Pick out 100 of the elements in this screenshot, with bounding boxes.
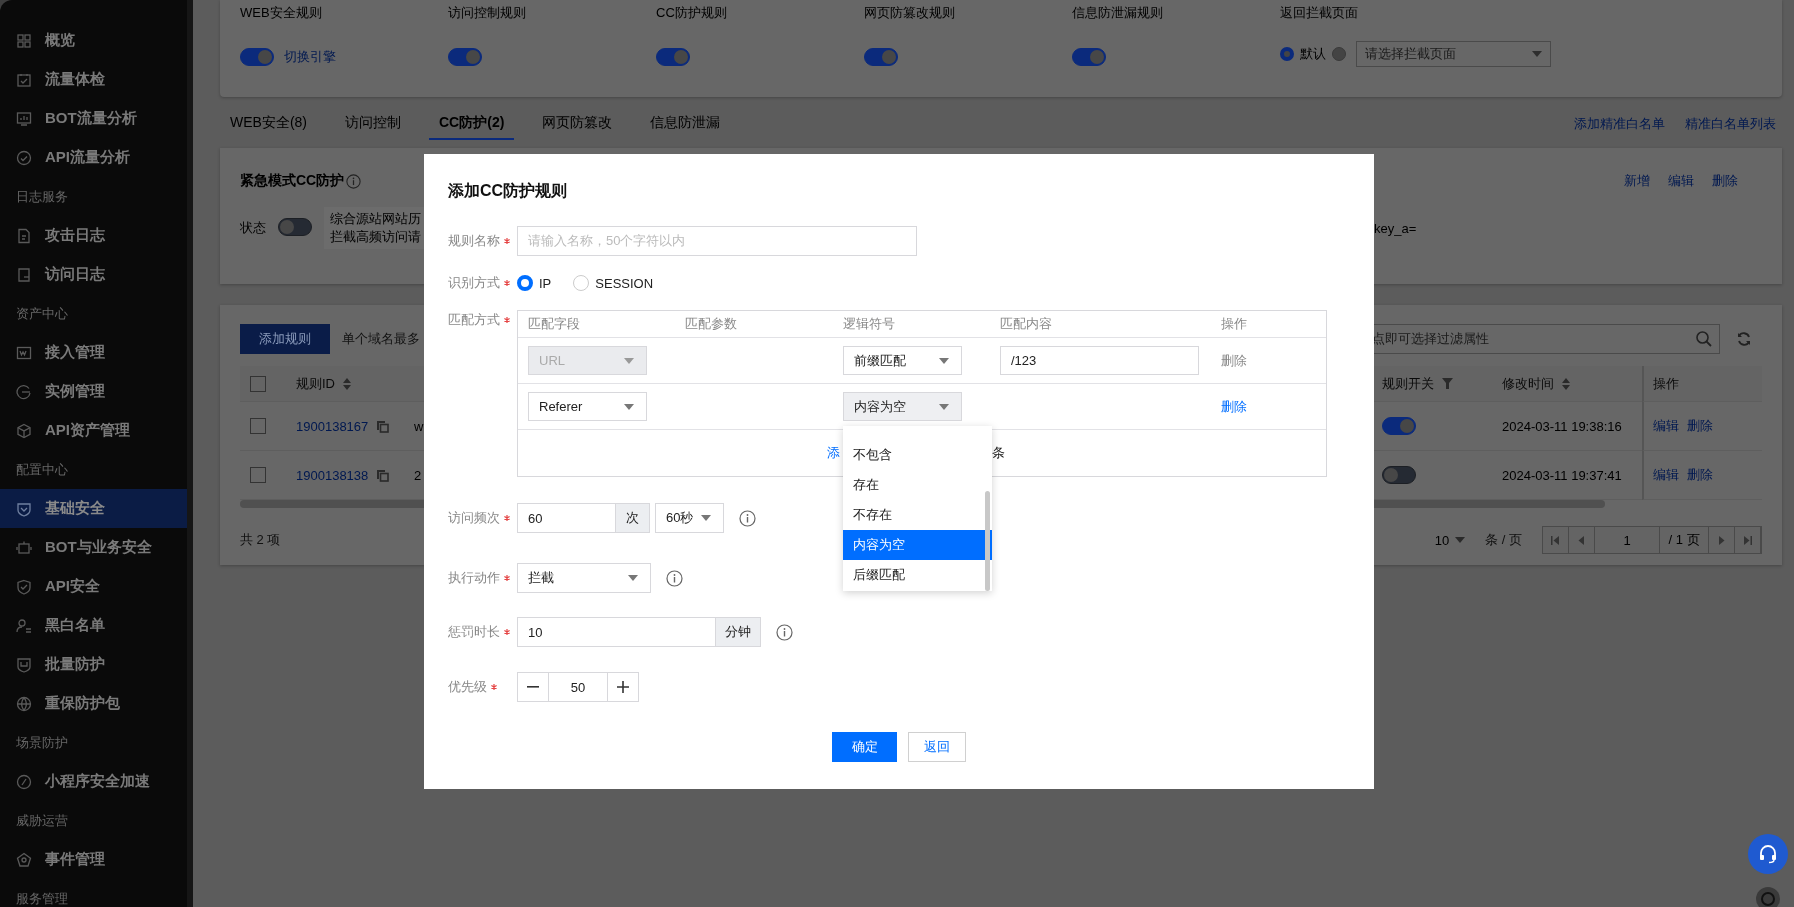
add-link[interactable]: 添 — [827, 444, 840, 462]
row-checkbox[interactable] — [250, 467, 266, 483]
confirm-button[interactable]: 确定 — [832, 732, 897, 762]
sidebar-item[interactable]: 访问日志 — [0, 255, 187, 294]
radio-button[interactable] — [1332, 47, 1346, 61]
sidebar-item[interactable]: 批量防护 — [0, 645, 187, 684]
sidebar-item[interactable]: 攻击日志 — [0, 216, 187, 255]
sidebar-item[interactable]: 基础安全 — [0, 489, 187, 528]
dropdown-option[interactable]: 后缀匹配 — [843, 560, 992, 590]
action-link[interactable]: 删除 — [1712, 172, 1738, 190]
field-label: 访问频次 — [448, 509, 500, 527]
plus-icon — [617, 681, 629, 693]
caret-icon — [628, 575, 638, 581]
unit-label: 次 — [616, 503, 650, 533]
document-icon — [16, 266, 32, 283]
copy-icon[interactable] — [376, 419, 390, 433]
number-input[interactable]: 60 — [517, 503, 616, 533]
search-icon[interactable] — [1695, 330, 1713, 348]
action-link[interactable]: 删除 — [1687, 417, 1713, 435]
toggle-switch[interactable] — [1072, 48, 1106, 66]
description-text: key_a= — [1374, 220, 1417, 236]
add-rule-button[interactable]: 添加规则 — [240, 324, 330, 354]
window-icon — [16, 344, 32, 361]
tab[interactable]: 访问控制 — [335, 108, 411, 140]
pentagon-icon — [16, 851, 32, 868]
table-cell: 2024-03-11 19:37:41 — [1502, 467, 1622, 483]
content-input[interactable]: /123 — [1000, 346, 1199, 375]
next-page-icon[interactable] — [1717, 535, 1726, 545]
toggle-switch[interactable] — [1382, 417, 1416, 435]
number-input[interactable]: 10 — [517, 617, 716, 647]
action-link[interactable]: 新增 — [1624, 172, 1650, 190]
toggle-switch[interactable] — [656, 48, 690, 66]
sidebar-item[interactable]: 黑白名单 — [0, 606, 187, 645]
block-page-select[interactable]: 请选择拦截页面 — [1356, 41, 1551, 67]
rule-id-link[interactable]: 1900138167 — [296, 418, 369, 434]
refresh-icon[interactable] — [1736, 331, 1752, 347]
sidebar-item[interactable]: API流量分析 — [0, 138, 187, 177]
page-size-select[interactable]: 10 — [1434, 532, 1466, 548]
dropdown-option[interactable]: 内容为空 — [843, 530, 992, 560]
card-title: 紧急模式CC防护 — [240, 172, 345, 190]
tab[interactable]: 信息防泄漏 — [640, 108, 731, 140]
table-cell: w — [414, 418, 424, 434]
sidebar-item[interactable]: 小程序安全加速 — [0, 762, 187, 801]
toggle-switch[interactable] — [1382, 466, 1416, 484]
sidebar-item[interactable]: API资产管理 — [0, 411, 187, 450]
sidebar-item[interactable]: API安全 — [0, 567, 187, 606]
sidebar-item[interactable]: 事件管理 — [0, 840, 187, 879]
section-header: 资产中心 — [15, 304, 69, 323]
select-all-checkbox[interactable] — [250, 375, 266, 392]
radio-button[interactable] — [1280, 47, 1294, 61]
switch-engine-link[interactable]: 切换引擎 — [284, 48, 336, 66]
toggle-switch[interactable] — [448, 48, 482, 66]
column-header: 匹配内容 — [1000, 315, 1052, 333]
first-page-icon[interactable] — [1551, 535, 1560, 545]
page-input[interactable]: 1 — [1595, 527, 1660, 553]
caret-icon — [1455, 537, 1466, 543]
user-list-icon — [16, 617, 32, 634]
sort-icon[interactable] — [343, 377, 351, 390]
sidebar-item[interactable]: BOT与业务安全 — [0, 528, 187, 567]
action-link[interactable]: 编辑 — [1668, 172, 1694, 190]
toggle-switch[interactable] — [240, 48, 274, 66]
action-select[interactable]: 拦截 — [517, 563, 651, 593]
toggle-switch[interactable] — [278, 217, 312, 236]
field-select[interactable]: Referer — [528, 392, 647, 421]
sidebar-item[interactable]: 重保防护包 — [0, 684, 187, 723]
last-page-icon[interactable] — [1743, 535, 1752, 545]
tab[interactable]: 网页防篡改 — [532, 108, 623, 140]
filter-icon[interactable] — [1442, 378, 1453, 389]
shield-icon — [16, 500, 32, 517]
description-line: 拦截高频访问请 — [330, 228, 421, 246]
tab[interactable]: CC防护(2) — [429, 108, 515, 140]
tab[interactable]: WEB安全(8) — [220, 108, 317, 140]
toggle-switch[interactable] — [864, 48, 898, 66]
sidebar-item[interactable]: BOT流量分析 — [0, 99, 187, 138]
action-link[interactable]: 删除 — [1687, 466, 1713, 484]
whitelist-link[interactable]: 精准白名单列表 — [1685, 115, 1776, 133]
delete-link[interactable]: 删除 — [1221, 397, 1247, 416]
dropdown-scrollbar[interactable] — [985, 491, 990, 591]
section-header: 日志服务 — [15, 187, 69, 206]
row-checkbox[interactable] — [250, 418, 266, 434]
operator-select[interactable]: 内容为空 — [843, 392, 962, 421]
dropdown-option[interactable]: 存在 — [843, 470, 992, 500]
sidebar-item[interactable]: 实例管理 — [0, 372, 187, 411]
back-button[interactable]: 返回 — [908, 732, 966, 762]
radio-button[interactable] — [517, 275, 533, 291]
action-link[interactable]: 编辑 — [1653, 417, 1679, 435]
copy-icon[interactable] — [376, 468, 390, 482]
operator-select[interactable]: 前缀匹配 — [843, 346, 962, 375]
sidebar-item[interactable]: 概览 — [0, 21, 187, 60]
sidebar-item[interactable]: 接入管理 — [0, 333, 187, 372]
sidebar-item[interactable]: 流量体检 — [0, 60, 187, 99]
whitelist-link[interactable]: 添加精准白名单 — [1574, 115, 1665, 133]
sort-icon[interactable] — [1562, 377, 1570, 390]
previous-page-icon[interactable] — [1577, 535, 1586, 545]
period-select[interactable]: 60秒 — [655, 503, 724, 533]
section-header: 场景防护 — [15, 733, 69, 752]
dropdown-option[interactable]: 不包含 — [843, 440, 992, 470]
rule-id-link[interactable]: 1900138138 — [296, 467, 369, 483]
action-link[interactable]: 编辑 — [1653, 466, 1679, 484]
dropdown-option[interactable]: 不存在 — [843, 500, 992, 530]
